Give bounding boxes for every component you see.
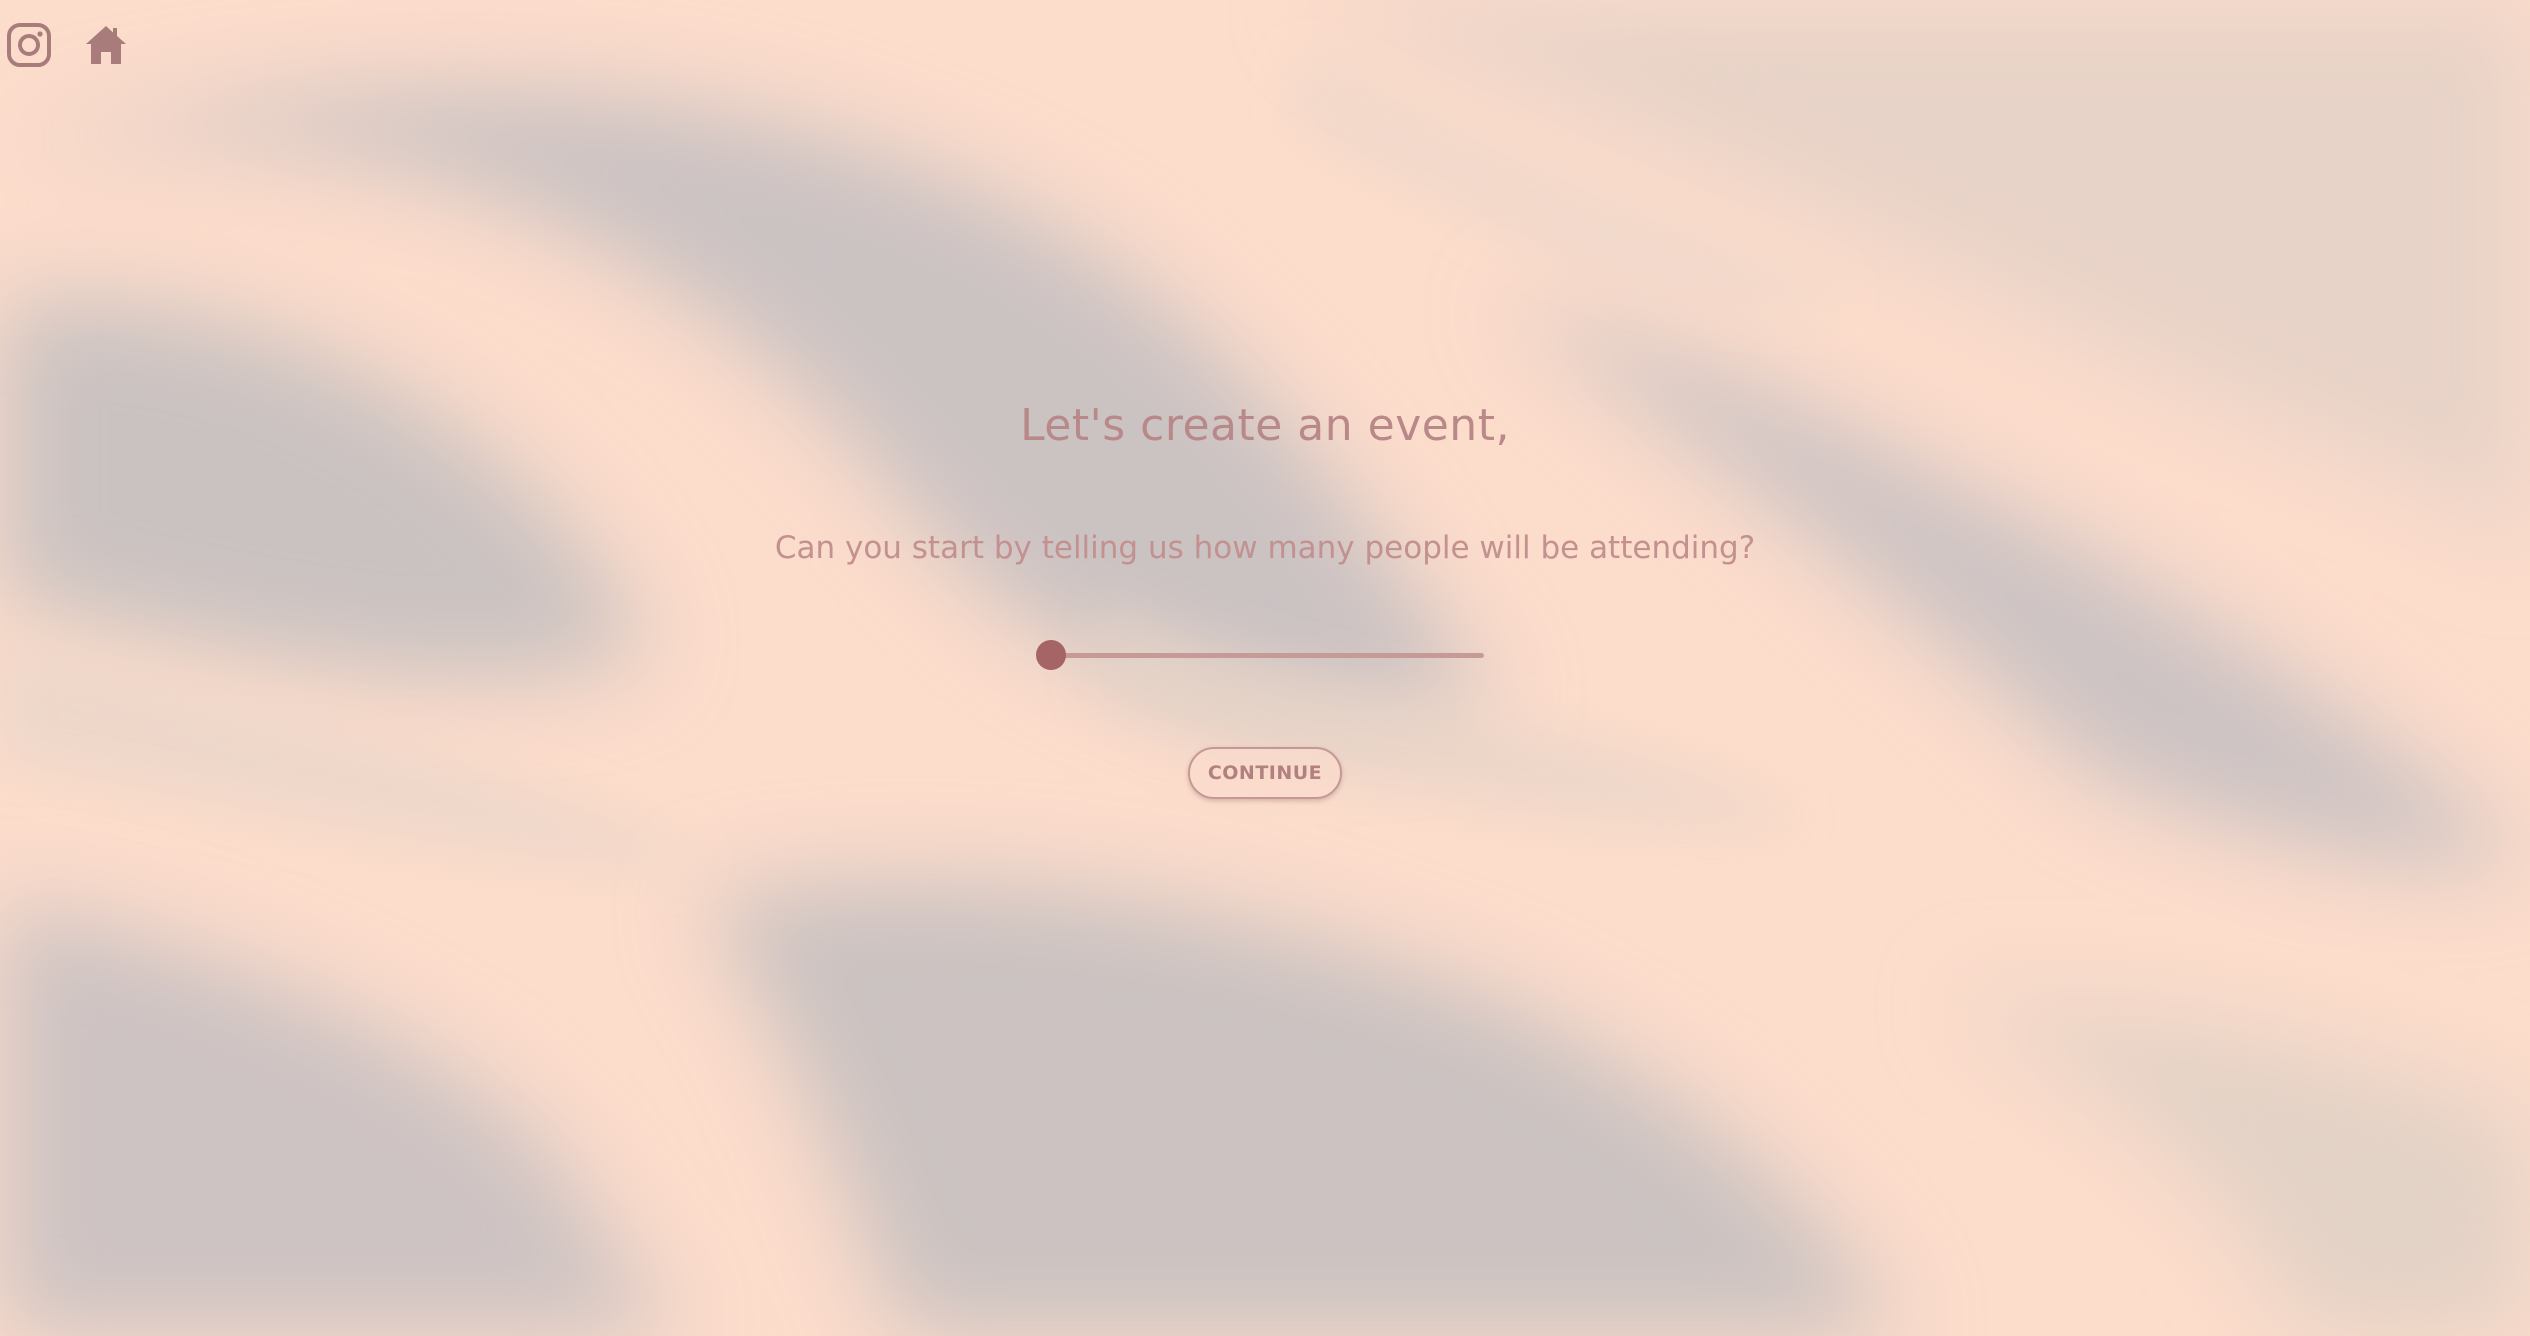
- slider-track[interactable]: [1050, 653, 1484, 658]
- slider-thumb[interactable]: [1036, 640, 1066, 670]
- continue-button[interactable]: CONTINUE: [1188, 747, 1342, 799]
- attendance-question: Can you start by telling us how many peo…: [774, 530, 1756, 566]
- home-icon[interactable]: [84, 24, 128, 66]
- page-title: Let's create an event,: [1020, 400, 1510, 451]
- attendees-slider[interactable]: [1036, 640, 1484, 670]
- instagram-icon[interactable]: [6, 22, 52, 68]
